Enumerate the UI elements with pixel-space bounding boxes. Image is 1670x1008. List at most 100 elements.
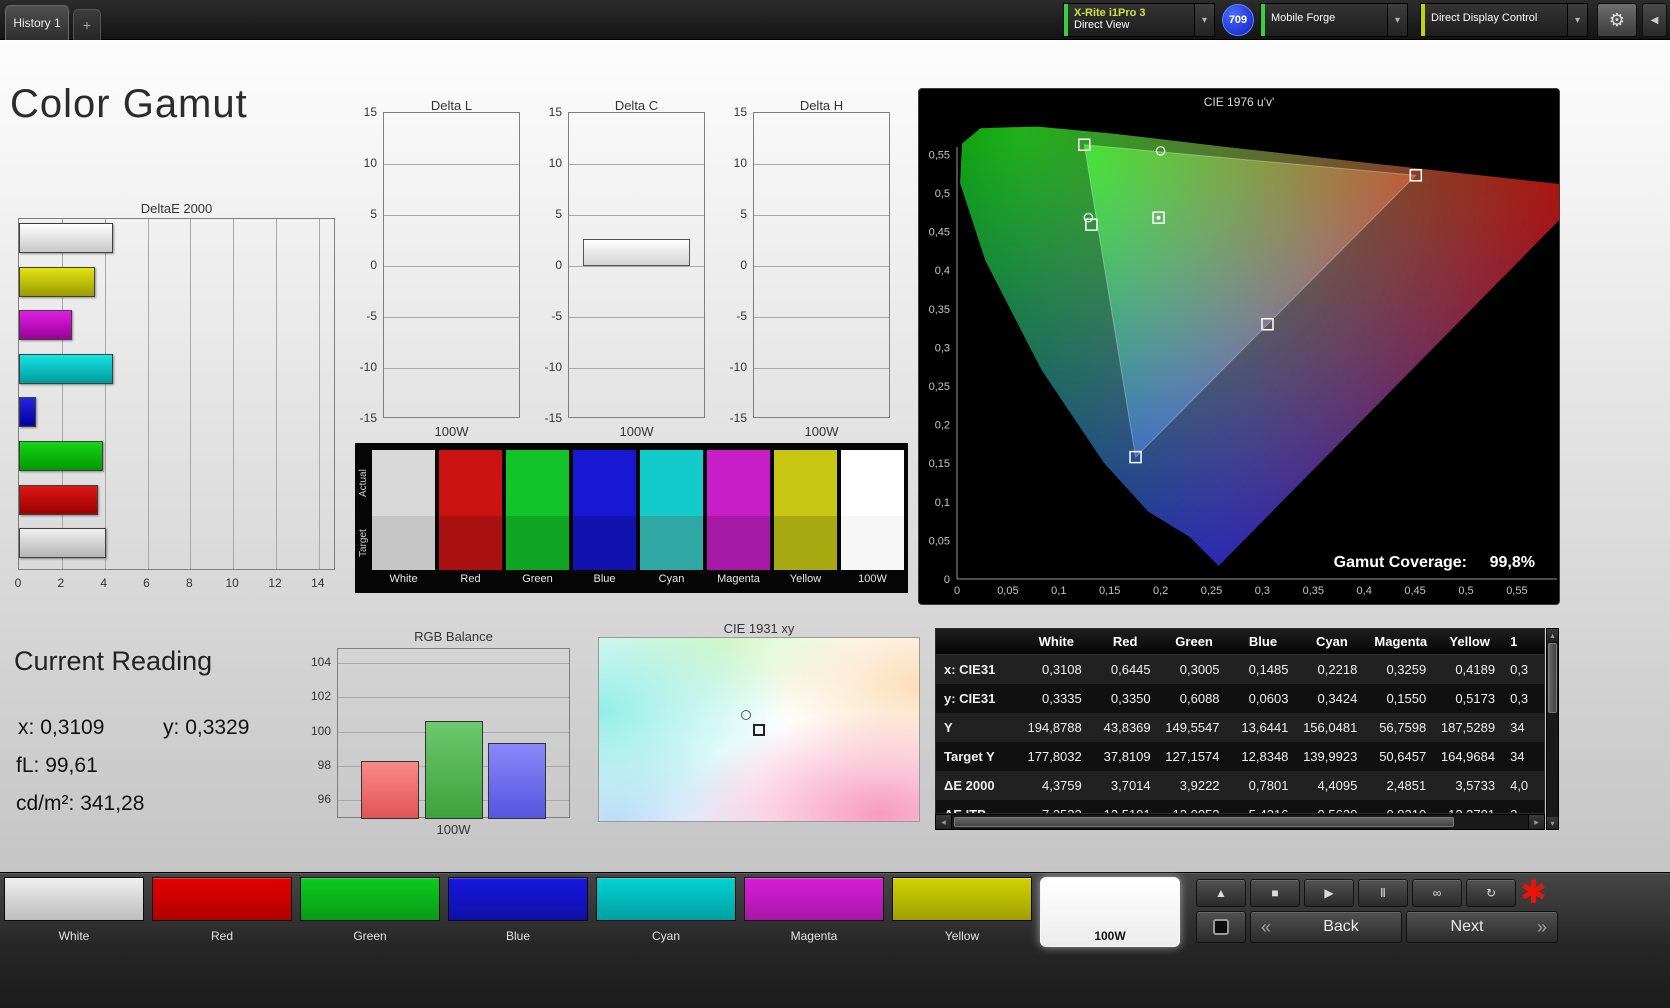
topbar: History 1 + X-Rite i1Pro 3 Direct View ▾… — [0, 0, 1670, 40]
source-dropdown[interactable]: Mobile Forge ▾ — [1260, 3, 1408, 37]
main-content: Color Gamut DeltaE 2000 02468101214 Delt… — [0, 40, 1670, 872]
patch-button-cyan[interactable]: Cyan — [596, 877, 736, 943]
x-tick-label: 0,35 — [1303, 585, 1324, 597]
results-table: WhiteRedGreenBlueCyanMagentaYellow1 x: C… — [935, 628, 1545, 814]
x-tick-label: 0,15 — [1099, 585, 1120, 597]
meter-dropdown[interactable]: X-Rite i1Pro 3 Direct View ▾ — [1063, 3, 1215, 37]
gridline — [569, 164, 704, 165]
column-header-white: White — [1022, 634, 1091, 649]
y-tick-label: 0,35 — [929, 304, 950, 316]
swatch-column-100w: 100W — [841, 450, 904, 588]
stop-icon: ■ — [1271, 886, 1278, 900]
stop-button[interactable]: ■ — [1250, 879, 1300, 907]
gridline — [384, 215, 519, 216]
deltae-bar-100w — [19, 528, 106, 558]
up-button[interactable]: ▲ — [1196, 879, 1246, 907]
table-cell: 7,3522 — [1022, 807, 1091, 814]
cie1976-panel: CIE 1976 u'v' — [918, 88, 1560, 605]
vertical-scrollbar-thumb[interactable] — [1548, 643, 1557, 713]
table-cell: 3,5733 — [1435, 778, 1504, 793]
row-label: ΔE 2000 — [936, 778, 1022, 793]
delta_c-bar — [583, 239, 690, 266]
patch-label: Green — [300, 929, 440, 943]
patch-button-blue[interactable]: Blue — [448, 877, 588, 943]
y-tick-label: 102 — [311, 689, 331, 703]
display-control-dropdown[interactable]: Direct Display Control ▾ — [1420, 3, 1588, 37]
colorspace-badge[interactable]: 709 — [1222, 4, 1254, 36]
y-tick-label: 0,5 — [935, 188, 950, 200]
table-cell: 0,3335 — [1022, 691, 1091, 706]
gridline — [190, 219, 191, 569]
table-cell: 164,9684 — [1435, 749, 1504, 764]
table-cell: 194,8788 — [1022, 720, 1091, 735]
horizontal-scrollbar-thumb[interactable] — [954, 817, 1454, 827]
reading-fl: fL: 99,61 — [16, 754, 98, 778]
patch-button-green[interactable]: Green — [300, 877, 440, 943]
y-tick-label: -10 — [360, 360, 377, 374]
add-tab-button[interactable]: + — [73, 9, 101, 40]
stop-square-button[interactable] — [1196, 911, 1246, 943]
rgb-balance-ylabels: 1041021009896 — [301, 648, 331, 818]
patch-label: Cyan — [596, 929, 736, 943]
loop-button[interactable]: ∞ — [1412, 879, 1462, 907]
table-horizontal-scrollbar[interactable]: ◂ ▸ — [935, 814, 1545, 830]
deltae-bar-blue — [19, 397, 36, 427]
chevron-down-icon: ▾ — [1387, 4, 1407, 36]
abort-asterisk-icon[interactable]: ✱ — [1520, 873, 1547, 911]
y-tick-label: 0 — [370, 258, 377, 272]
deltae2000-xlabels: 02468101214 — [18, 576, 335, 592]
pause-button[interactable]: Ⅱ — [1358, 879, 1408, 907]
patch-button-100w[interactable]: 100W — [1040, 877, 1180, 947]
table-cell: 0,3 — [1504, 691, 1544, 706]
settings-button[interactable]: ⚙ — [1597, 3, 1637, 37]
collapse-panel-button[interactable]: ◀ — [1642, 3, 1667, 37]
scroll-right-arrow[interactable]: ▸ — [1528, 815, 1544, 829]
chevron-left-icon: « — [1251, 917, 1281, 938]
table-cell: 0,1550 — [1366, 691, 1435, 706]
table-cell: 0,3259 — [1366, 662, 1435, 677]
refresh-button[interactable]: ↻ — [1466, 879, 1516, 907]
deltae2000-plot — [18, 218, 335, 570]
table-cell: 0,3 — [1504, 662, 1544, 677]
x-tick-label: 0,25 — [1201, 585, 1222, 597]
patch-button-magenta[interactable]: Magenta — [744, 877, 884, 943]
gridline — [319, 219, 320, 569]
scroll-left-arrow[interactable]: ◂ — [936, 815, 952, 829]
y-tick-label: 96 — [318, 792, 331, 806]
patch-button-red[interactable]: Red — [152, 877, 292, 943]
next-button[interactable]: Next » — [1406, 911, 1558, 943]
x-tick-label: 0,5 — [1458, 585, 1473, 597]
y-tick-label: 0 — [740, 258, 747, 272]
delta-l-title: Delta L — [383, 98, 520, 113]
y-tick-label: 0,05 — [929, 535, 950, 547]
delta_l-ylabels: 151050-5-10-15 — [347, 112, 377, 418]
y-tick-label: -15 — [545, 411, 562, 425]
y-tick-label: -15 — [730, 411, 747, 425]
column-header-blue: Blue — [1229, 634, 1298, 649]
scroll-down-arrow[interactable]: ▾ — [1547, 817, 1558, 829]
patch-button-white[interactable]: White — [4, 877, 144, 943]
play-button[interactable]: ▶ — [1304, 879, 1354, 907]
meter-name: X-Rite i1Pro 3 — [1074, 7, 1188, 19]
back-button[interactable]: « Back — [1250, 911, 1402, 943]
next-label: Next — [1407, 918, 1527, 936]
cie1931-marker-target — [753, 724, 765, 736]
reading-x-label: x: — [18, 716, 34, 739]
patch-button-yellow[interactable]: Yellow — [892, 877, 1032, 943]
table-cell: 43,8369 — [1091, 720, 1160, 735]
table-cell: 3,7014 — [1091, 778, 1160, 793]
y-tick-label: 5 — [740, 207, 747, 221]
y-tick-label: 100 — [311, 724, 331, 738]
reading-y-label: y: — [163, 716, 179, 739]
table-vertical-scrollbar[interactable]: ▴ ▾ — [1546, 628, 1559, 830]
scroll-up-arrow[interactable]: ▴ — [1547, 629, 1558, 641]
rgb-bar-green — [425, 721, 483, 819]
tab-history[interactable]: History 1 — [5, 5, 69, 40]
table-cell: 0,4189 — [1435, 662, 1504, 677]
y-tick-label: 15 — [734, 105, 747, 119]
display-control-dropdown-body: Direct Display Control — [1425, 4, 1567, 36]
table-cell: 5,4316 — [1229, 807, 1298, 814]
x-tick-label: 8 — [186, 576, 193, 590]
pause-icon: Ⅱ — [1380, 886, 1386, 900]
page-title: Color Gamut — [10, 82, 248, 127]
